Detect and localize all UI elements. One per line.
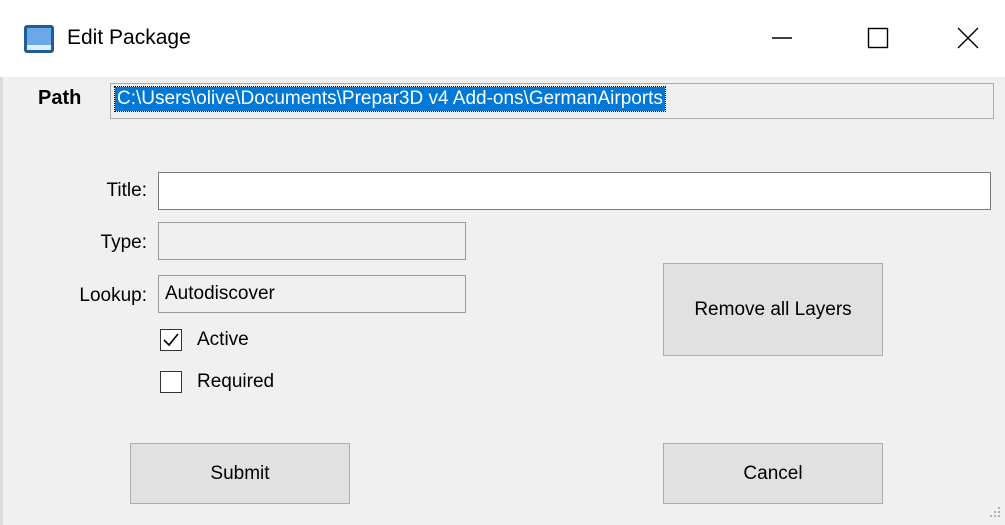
- checkmark-icon: [163, 333, 179, 347]
- maximize-button[interactable]: [838, 12, 918, 64]
- cancel-button[interactable]: Cancel: [663, 443, 883, 504]
- active-checkbox[interactable]: [160, 329, 182, 351]
- submit-button[interactable]: Submit: [130, 443, 350, 504]
- path-label: Path: [38, 87, 82, 109]
- path-value[interactable]: C:\Users\olive\Documents\Prepar3D v4 Add…: [114, 86, 666, 112]
- minimize-button[interactable]: [742, 12, 822, 64]
- maximize-icon: [867, 27, 889, 49]
- window-title: Edit Package: [67, 26, 191, 49]
- edit-package-window: Edit Package Path C:\Users\olive\Documen…: [0, 0, 1005, 525]
- remove-all-layers-button[interactable]: Remove all Layers: [663, 263, 883, 356]
- active-label[interactable]: Active: [197, 329, 249, 351]
- minimize-icon: [772, 37, 792, 39]
- close-icon: [957, 27, 979, 49]
- type-label: Type:: [100, 232, 147, 253]
- app-icon: [24, 25, 54, 53]
- required-label[interactable]: Required: [197, 371, 274, 393]
- resize-grip-icon[interactable]: [986, 503, 1002, 519]
- close-button[interactable]: [928, 12, 1005, 64]
- window-border: [0, 77, 3, 525]
- lookup-input[interactable]: [158, 275, 466, 313]
- path-field[interactable]: C:\Users\olive\Documents\Prepar3D v4 Add…: [110, 83, 994, 119]
- title-label: Title:: [106, 180, 147, 201]
- title-bar[interactable]: Edit Package: [0, 0, 1005, 77]
- type-input[interactable]: [158, 222, 466, 260]
- lookup-label: Lookup:: [79, 285, 147, 306]
- required-checkbox[interactable]: [160, 371, 182, 393]
- title-input[interactable]: [158, 172, 991, 210]
